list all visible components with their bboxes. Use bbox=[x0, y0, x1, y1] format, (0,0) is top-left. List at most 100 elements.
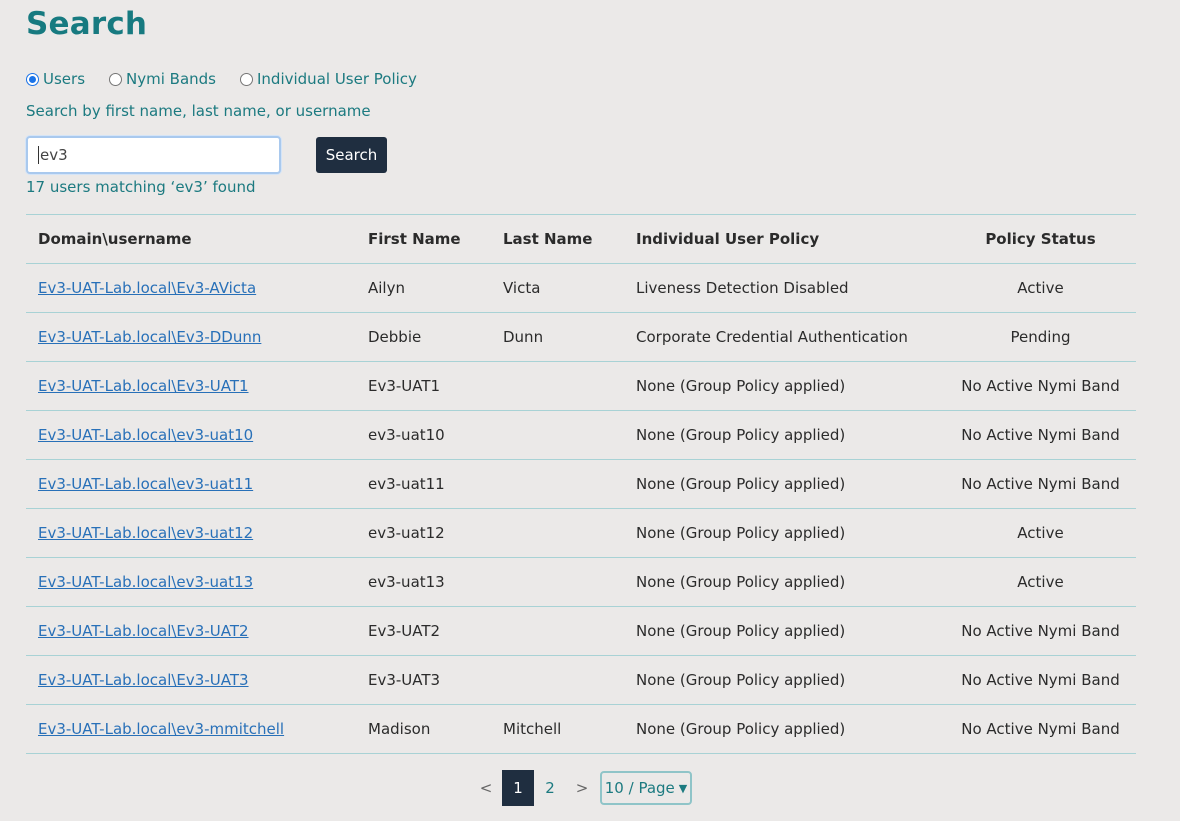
cell-last-name: Victa bbox=[503, 263, 636, 313]
username-link[interactable]: Ev3-UAT-Lab.local\Ev3-DDunn bbox=[38, 328, 261, 346]
header-last-name: Last Name bbox=[503, 214, 636, 264]
header-first-name: First Name bbox=[368, 214, 503, 264]
prev-page-button[interactable]: < bbox=[470, 779, 502, 797]
cell-last-name bbox=[503, 410, 636, 460]
cell-first-name: Madison bbox=[368, 704, 503, 754]
search-input[interactable]: ev3 bbox=[26, 136, 281, 174]
pagination: < 1 2 > 10 / Page ▼ bbox=[470, 770, 692, 806]
username-link[interactable]: Ev3-UAT-Lab.local\ev3-uat12 bbox=[38, 524, 253, 542]
cell-last-name: Mitchell bbox=[503, 704, 636, 754]
cell-last-name bbox=[503, 459, 636, 509]
cell-username: Ev3-UAT-Lab.local\Ev3-UAT1 bbox=[26, 361, 368, 411]
table-row: Ev3-UAT-Lab.local\Ev3-UAT2 Ev3-UAT2 None… bbox=[26, 606, 1136, 656]
cell-status: No Active Nymi Band bbox=[945, 704, 1136, 754]
cell-first-name: ev3-uat10 bbox=[368, 410, 503, 460]
search-type-radio-group: Users Nymi Bands Individual User Policy bbox=[26, 70, 441, 88]
username-link[interactable]: Ev3-UAT-Lab.local\Ev3-UAT2 bbox=[38, 622, 249, 640]
cell-first-name: Ailyn bbox=[368, 263, 503, 313]
cell-last-name bbox=[503, 508, 636, 558]
results-table: Domain\username First Name Last Name Ind… bbox=[26, 214, 1136, 754]
table-row: Ev3-UAT-Lab.local\ev3-mmitchell Madison … bbox=[26, 704, 1136, 754]
cell-last-name bbox=[503, 557, 636, 607]
radio-individual-user-policy-indicator[interactable] bbox=[240, 72, 253, 86]
page-2-button[interactable]: 2 bbox=[534, 770, 566, 806]
cell-policy: None (Group Policy applied) bbox=[636, 508, 945, 558]
cell-status: Active bbox=[945, 263, 1136, 313]
search-helper-text: Search by first name, last name, or user… bbox=[26, 102, 371, 120]
cell-status: No Active Nymi Band bbox=[945, 410, 1136, 460]
page-1-button[interactable]: 1 bbox=[502, 770, 534, 806]
radio-users[interactable]: Users bbox=[26, 70, 85, 88]
header-username: Domain\username bbox=[26, 214, 368, 264]
cell-username: Ev3-UAT-Lab.local\Ev3-DDunn bbox=[26, 312, 368, 362]
cell-policy: None (Group Policy applied) bbox=[636, 459, 945, 509]
search-input-value: ev3 bbox=[40, 146, 68, 164]
cell-policy: None (Group Policy applied) bbox=[636, 410, 945, 460]
table-row: Ev3-UAT-Lab.local\Ev3-UAT1 Ev3-UAT1 None… bbox=[26, 361, 1136, 411]
cell-status: No Active Nymi Band bbox=[945, 655, 1136, 705]
username-link[interactable]: Ev3-UAT-Lab.local\ev3-uat11 bbox=[38, 475, 253, 493]
cell-first-name: Ev3-UAT2 bbox=[368, 606, 503, 656]
chevron-down-icon: ▼ bbox=[678, 781, 688, 795]
table-header-row: Domain\username First Name Last Name Ind… bbox=[26, 214, 1136, 264]
page-size-select[interactable]: 10 / Page ▼ bbox=[600, 771, 692, 805]
username-link[interactable]: Ev3-UAT-Lab.local\ev3-uat13 bbox=[38, 573, 253, 591]
cell-policy: Liveness Detection Disabled bbox=[636, 263, 945, 313]
cell-policy: None (Group Policy applied) bbox=[636, 655, 945, 705]
next-page-button[interactable]: > bbox=[566, 779, 598, 797]
cell-username: Ev3-UAT-Lab.local\ev3-uat13 bbox=[26, 557, 368, 607]
cell-last-name bbox=[503, 606, 636, 656]
radio-users-indicator[interactable] bbox=[26, 72, 39, 86]
username-link[interactable]: Ev3-UAT-Lab.local\ev3-uat10 bbox=[38, 426, 253, 444]
table-row: Ev3-UAT-Lab.local\Ev3-AVicta Ailyn Victa… bbox=[26, 263, 1136, 313]
cell-status: No Active Nymi Band bbox=[945, 361, 1136, 411]
cell-username: Ev3-UAT-Lab.local\ev3-uat12 bbox=[26, 508, 368, 558]
cell-last-name bbox=[503, 361, 636, 411]
result-count: 17 users matching ‘ev3’ found bbox=[26, 178, 256, 196]
cell-first-name: Ev3-UAT1 bbox=[368, 361, 503, 411]
cell-policy: None (Group Policy applied) bbox=[636, 361, 945, 411]
username-link[interactable]: Ev3-UAT-Lab.local\Ev3-UAT1 bbox=[38, 377, 249, 395]
cell-policy: Corporate Credential Authentication bbox=[636, 312, 945, 362]
cell-status: No Active Nymi Band bbox=[945, 459, 1136, 509]
table-row: Ev3-UAT-Lab.local\ev3-uat12 ev3-uat12 No… bbox=[26, 508, 1136, 558]
header-policy-status: Policy Status bbox=[945, 214, 1136, 264]
radio-individual-user-policy[interactable]: Individual User Policy bbox=[240, 70, 417, 88]
cell-status: Active bbox=[945, 557, 1136, 607]
table-row: Ev3-UAT-Lab.local\ev3-uat10 ev3-uat10 No… bbox=[26, 410, 1136, 460]
cell-last-name: Dunn bbox=[503, 312, 636, 362]
radio-users-label: Users bbox=[43, 70, 86, 88]
cell-first-name: Ev3-UAT3 bbox=[368, 655, 503, 705]
page-title: Search bbox=[26, 6, 148, 42]
text-caret bbox=[38, 146, 39, 164]
table-row: Ev3-UAT-Lab.local\ev3-uat13 ev3-uat13 No… bbox=[26, 557, 1136, 607]
username-link[interactable]: Ev3-UAT-Lab.local\ev3-mmitchell bbox=[38, 720, 284, 738]
cell-username: Ev3-UAT-Lab.local\ev3-mmitchell bbox=[26, 704, 368, 754]
cell-username: Ev3-UAT-Lab.local\ev3-uat11 bbox=[26, 459, 368, 509]
page-size-value: 10 / Page bbox=[604, 779, 675, 797]
search-button[interactable]: Search bbox=[316, 137, 387, 173]
table-row: Ev3-UAT-Lab.local\Ev3-UAT3 Ev3-UAT3 None… bbox=[26, 655, 1136, 705]
username-link[interactable]: Ev3-UAT-Lab.local\Ev3-UAT3 bbox=[38, 671, 249, 689]
username-link[interactable]: Ev3-UAT-Lab.local\Ev3-AVicta bbox=[38, 279, 256, 297]
radio-nymi-bands-label: Nymi Bands bbox=[126, 70, 216, 88]
cell-status: Pending bbox=[945, 312, 1136, 362]
cell-username: Ev3-UAT-Lab.local\Ev3-AVicta bbox=[26, 263, 368, 313]
cell-username: Ev3-UAT-Lab.local\Ev3-UAT3 bbox=[26, 655, 368, 705]
cell-policy: None (Group Policy applied) bbox=[636, 606, 945, 656]
radio-nymi-bands[interactable]: Nymi Bands bbox=[109, 70, 216, 88]
cell-policy: None (Group Policy applied) bbox=[636, 557, 945, 607]
cell-status: No Active Nymi Band bbox=[945, 606, 1136, 656]
table-row: Ev3-UAT-Lab.local\Ev3-DDunn Debbie Dunn … bbox=[26, 312, 1136, 362]
cell-last-name bbox=[503, 655, 636, 705]
radio-individual-user-policy-label: Individual User Policy bbox=[257, 70, 417, 88]
cell-policy: None (Group Policy applied) bbox=[636, 704, 945, 754]
cell-status: Active bbox=[945, 508, 1136, 558]
cell-first-name: ev3-uat11 bbox=[368, 459, 503, 509]
cell-first-name: ev3-uat13 bbox=[368, 557, 503, 607]
cell-username: Ev3-UAT-Lab.local\Ev3-UAT2 bbox=[26, 606, 368, 656]
cell-username: Ev3-UAT-Lab.local\ev3-uat10 bbox=[26, 410, 368, 460]
radio-nymi-bands-indicator[interactable] bbox=[109, 72, 123, 86]
table-row: Ev3-UAT-Lab.local\ev3-uat11 ev3-uat11 No… bbox=[26, 459, 1136, 509]
header-individual-user-policy: Individual User Policy bbox=[636, 214, 945, 264]
